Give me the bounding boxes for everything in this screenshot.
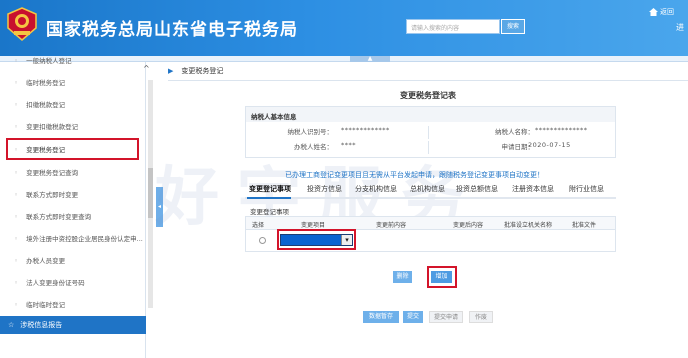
sidebar: 一般纳税人登记 临时税务登记 扣缴税款登记 变更扣缴税款登记 变更税务登记 变更… [0, 57, 146, 358]
home-link-label: 返回 [660, 8, 674, 16]
search-button[interactable]: 搜索 [501, 19, 525, 34]
sidebar-scrollbar[interactable] [148, 80, 153, 308]
column-header: 批准设立机关名称 [504, 222, 553, 229]
sidebar-item[interactable]: 扣缴税款登记 [0, 94, 146, 116]
apply-date-value: 2020-07-15 [528, 141, 571, 149]
sidebar-item[interactable]: 法人变更身份证号码 [0, 272, 146, 294]
sidebar-item[interactable]: 临时临时登记 [0, 294, 146, 316]
tab-bar: 变更登记事项 投资方信息 分支机构信息 总机构信息 投资总额信息 注册资本信息 … [245, 180, 616, 199]
divider [168, 80, 688, 81]
column-header: 变更项目 [301, 222, 326, 229]
sidebar-toggle-icon[interactable]: ◂ [156, 187, 163, 227]
app-header: 国家税务总局山东省电子税务局 请输入搜索的内容 搜索 返回 进 [0, 0, 688, 56]
sidebar-item[interactable]: 临时税务登记 [0, 72, 146, 94]
column-header: 变更前内容 [376, 222, 407, 229]
info-row: 纳税人识别号： ************* 纳税人名称： ***********… [246, 126, 615, 139]
tab-industry-info[interactable]: 附行业信息 [569, 184, 604, 194]
tab-head-office[interactable]: 总机构信息 [410, 184, 445, 194]
divider [428, 141, 429, 154]
scroll-up-icon[interactable]: ^ [143, 64, 150, 73]
sidebar-item[interactable]: 一般纳税人登记 [0, 50, 146, 72]
apply-date-label: 申请日期： [501, 143, 535, 151]
taxpayer-name-value: ************** [535, 126, 588, 134]
sidebar-item[interactable]: 联系方式即时变更 [0, 184, 146, 206]
site-title: 国家税务总局山东省电子税务局 [46, 20, 298, 40]
breadcrumb: ▶ 变更税务登记 [168, 66, 223, 76]
highlight-box-add [427, 266, 457, 288]
search-input[interactable]: 请输入搜索的内容 [406, 19, 500, 34]
divider [428, 126, 429, 139]
star-icon: ☆ [8, 321, 15, 329]
row-select-radio[interactable] [259, 237, 266, 244]
taxpayer-id-label: 纳税人识别号： [287, 128, 334, 136]
panel-title: 纳税人基本信息 [246, 107, 615, 122]
sidebar-item[interactable]: 变更税务登记查询 [0, 162, 146, 184]
collapse-up-icon[interactable]: ▲ [350, 56, 390, 62]
highlight-box-select [277, 229, 356, 250]
sidebar-item[interactable]: 境外注册中资控股企业居民身份认定申... [0, 228, 146, 250]
tax-emblem-icon [7, 7, 37, 41]
save-draft-button[interactable]: 数据暂存 [363, 311, 399, 323]
tab-change-items[interactable]: 变更登记事项 [249, 184, 291, 194]
taxpayer-name-label: 纳税人名称： [495, 128, 534, 136]
breadcrumb-arrow-icon: ▶ [168, 67, 174, 75]
sidebar-item[interactable]: 联系方式即时变更查询 [0, 206, 146, 228]
header-extra-link[interactable]: 进 [676, 22, 684, 33]
agent-name-value: **** [341, 141, 356, 149]
tab-investors[interactable]: 投资方信息 [307, 184, 342, 194]
taxpayer-info-panel: 纳税人基本信息 纳税人识别号： ************* 纳税人名称： ***… [245, 106, 616, 158]
sidebar-footer-label: 涉税信息报告 [20, 321, 63, 329]
home-link[interactable]: 返回 [649, 7, 674, 17]
breadcrumb-label: 变更税务登记 [181, 67, 224, 75]
sidebar-footer[interactable]: ☆ 涉税信息报告 [0, 316, 146, 334]
column-header: 变更后内容 [453, 222, 484, 229]
sidebar-item[interactable]: 变更扣缴税款登记 [0, 116, 146, 138]
tab-investment-total[interactable]: 投资总额信息 [456, 184, 498, 194]
agent-name-label: 办税人姓名： [294, 143, 333, 151]
active-tab-indicator [247, 197, 291, 199]
tab-registered-capital[interactable]: 注册资本信息 [512, 184, 554, 194]
submit-button[interactable]: 提交 [403, 311, 423, 323]
info-row: 办税人姓名： **** 申请日期： 2020-07-15 [246, 141, 615, 154]
column-header: 选择 [252, 222, 265, 229]
tab-branches[interactable]: 分支机构信息 [355, 184, 397, 194]
taxpayer-id-value: ************* [341, 126, 390, 134]
void-button[interactable]: 作废 [469, 311, 493, 323]
section-title: 变更登记事项 [250, 208, 289, 216]
home-icon [649, 8, 658, 16]
notice-text: 已办理工商登记变更项目且无需从平台发起申请，跟随税务登记变更事项自动变更！ [285, 171, 544, 179]
column-header: 批准文件 [572, 222, 597, 229]
scrollbar-thumb[interactable] [148, 168, 153, 218]
form-title: 变更税务登记表 [400, 91, 456, 100]
sidebar-item[interactable]: 办税人员变更 [0, 250, 146, 272]
delete-button[interactable]: 删除 [393, 271, 412, 283]
highlight-box-sidebar [6, 138, 139, 160]
apply-button[interactable]: 提交申请 [429, 311, 463, 323]
